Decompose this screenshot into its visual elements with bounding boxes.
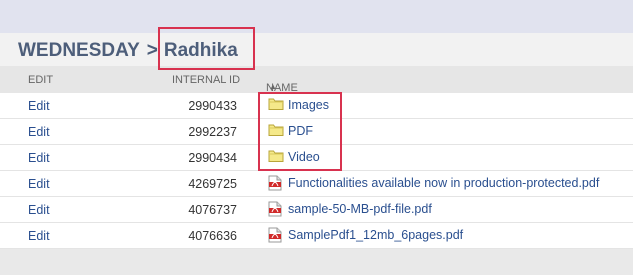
file-name-link[interactable]: SamplePdf1_12mb_6pages.pdf bbox=[268, 227, 463, 243]
folder-icon bbox=[268, 149, 284, 165]
table-row: Edit 4076737 sample-50-MB-pdf-file.pdf bbox=[0, 197, 633, 223]
internal-id: 4269725 bbox=[188, 177, 237, 191]
table-row: Edit 2990434 Video bbox=[0, 145, 633, 171]
edit-link[interactable]: Edit bbox=[28, 151, 50, 165]
file-name-link[interactable]: Video bbox=[268, 149, 320, 165]
edit-link[interactable]: Edit bbox=[28, 99, 50, 113]
file-name-label: SamplePdf1_12mb_6pages.pdf bbox=[288, 228, 464, 242]
edit-link[interactable]: Edit bbox=[28, 203, 50, 217]
pdf-file-icon bbox=[268, 227, 284, 243]
internal-id: 2990434 bbox=[188, 151, 237, 165]
column-header-edit: EDIT bbox=[28, 74, 54, 86]
file-name-label: Images bbox=[288, 98, 329, 112]
edit-link[interactable]: Edit bbox=[28, 229, 50, 243]
internal-id: 2990433 bbox=[188, 99, 237, 113]
pdf-file-icon bbox=[268, 175, 284, 191]
file-name-label: PDF bbox=[288, 124, 313, 138]
table-row: Edit 4076636 SamplePdf1_12mb_6pages.pdf bbox=[0, 223, 633, 249]
internal-id: 4076636 bbox=[188, 229, 237, 243]
file-list: Edit 2990433 Images Edit 2992237 PDF Edit 29904… bbox=[0, 93, 633, 249]
top-bar bbox=[0, 0, 633, 33]
folder-icon bbox=[268, 123, 284, 139]
table-row: Edit 2990433 Images bbox=[0, 93, 633, 119]
table-row: Edit 2992237 PDF bbox=[0, 119, 633, 145]
breadcrumb-separator: > bbox=[146, 40, 158, 61]
internal-id: 2992237 bbox=[188, 125, 237, 139]
file-name-label: Video bbox=[288, 150, 320, 164]
pdf-file-icon bbox=[268, 201, 284, 217]
table-row: Edit 4269725 Functionalities available now… bbox=[0, 171, 633, 197]
empty-area bbox=[0, 249, 633, 275]
internal-id: 4076737 bbox=[188, 203, 237, 217]
edit-link[interactable]: Edit bbox=[28, 125, 50, 139]
breadcrumb: WEDNESDAY > Radhika bbox=[18, 38, 238, 64]
file-name-label: Functionalities available now in product… bbox=[288, 176, 600, 190]
file-name-label: sample-50-MB-pdf-file.pdf bbox=[288, 202, 432, 216]
file-name-link[interactable]: Images bbox=[268, 97, 329, 113]
file-name-link[interactable]: sample-50-MB-pdf-file.pdf bbox=[268, 201, 432, 217]
breadcrumb-current: Radhika bbox=[163, 40, 238, 61]
column-header-row: EDIT INTERNAL ID NAME ▲ bbox=[0, 66, 633, 94]
edit-link[interactable]: Edit bbox=[28, 177, 50, 191]
sort-ascending-icon: ▲ bbox=[269, 82, 277, 91]
file-name-link[interactable]: PDF bbox=[268, 123, 313, 139]
folder-icon bbox=[268, 97, 284, 113]
column-header-internal-id[interactable]: INTERNAL ID bbox=[172, 74, 240, 86]
breadcrumb-parent[interactable]: WEDNESDAY bbox=[18, 40, 140, 62]
file-name-link[interactable]: Functionalities available now in product… bbox=[268, 175, 599, 191]
